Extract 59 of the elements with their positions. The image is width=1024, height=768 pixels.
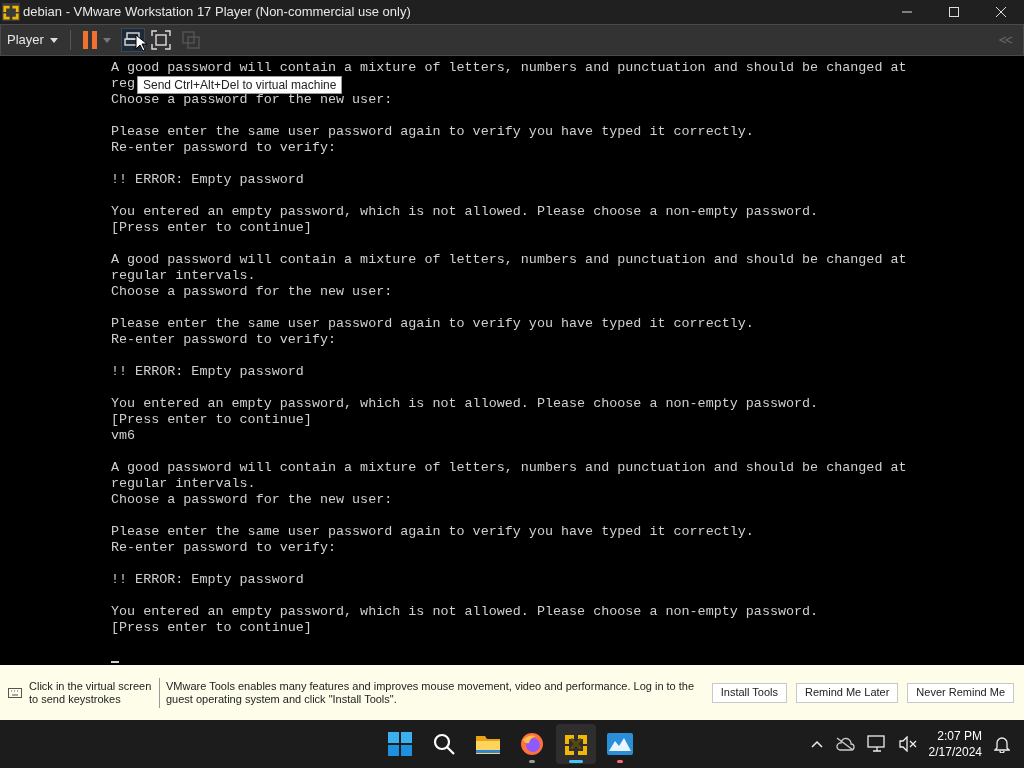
console-line: You entered an empty password, which is not allowed. Please choose a non-empty password. [111,204,819,220]
console-line: A good password will contain a mixture of letters, numbers and punctuation and should be changed at [111,60,907,76]
landscape-image-icon [607,733,633,755]
info-bar-button[interactable]: Never Remind Me [907,682,1014,703]
console-line: Please enter the same user password again to verify you have typed it correctly. [111,524,754,540]
folder-icon [475,733,501,755]
console-line: A good password will contain a mixture of letters, numbers and punctuation and should be changed at [111,252,907,268]
fullscreen-icon [150,30,171,50]
cloud-off-icon[interactable] [834,737,855,751]
console-line: [Press enter to continue] [111,412,312,428]
monitor-icon[interactable] [866,735,887,753]
unity-icon [181,31,200,49]
console-line: Re-enter password to verify: [111,540,336,556]
console-line: You entered an empty password, which is not allowed. Please choose a non-empty password. [111,396,819,412]
tooltip: Send Ctrl+Alt+Del to virtual machine [137,76,343,94]
search-icon [432,732,456,756]
bell-icon[interactable] [994,735,1010,753]
console-line: A good password will contain a mixture of letters, numbers and punctuation and should be changed at [111,460,907,476]
player-menu[interactable]: Player [7,30,62,50]
window-title: debian - VMware Workstation 17 Player (Non-commercial use only) [23,3,411,22]
console-line: Choose a password for the new user: [111,284,393,300]
fox-globe-icon [520,732,544,756]
fullscreen-button[interactable] [148,28,173,52]
console-line: Choose a password for the new user: [111,92,393,108]
console-line: [Press enter to continue] [111,620,312,636]
mouse-pointer-icon [135,34,147,52]
clock[interactable]: 2:07 PM 2/17/2024 [928,728,982,760]
console-line: !! ERROR: Empty password [111,572,304,588]
console-line: vm6 [111,428,136,444]
windows-logo-icon [388,732,412,756]
minimize-icon [901,11,912,13]
caret-icon [102,37,111,43]
info-bar-button[interactable]: Remind Me Later [796,682,899,703]
maximize-icon [948,7,959,17]
keyboard-icon [8,687,22,698]
console-line: Please enter the same user password again to verify you have typed it correctly. [111,316,754,332]
console-line: Please enter the same user password again to verify you have typed it correctly. [111,124,754,140]
console-line: !! ERROR: Empty password [111,172,304,188]
pause-icon [82,31,97,49]
console-line: [Press enter to continue] [111,220,312,236]
console-line: Choose a password for the new user: [111,492,393,508]
caret-icon [49,37,58,43]
console-line: You entered an empty password, which is not allowed. Please choose a non-empty password. [111,604,819,620]
muted-speaker-icon[interactable] [898,736,917,752]
vmware-logo-icon [2,3,20,21]
taskbar-app[interactable] [556,724,596,764]
tools-message: VMware Tools enables many features and improves mouse movement, video and performance. Log in to the guest operating system and click "Install Tools". [166,679,696,706]
console-line: Re-enter password to verify: [111,332,336,348]
keyboard-hint: Click in the virtual screen to send keystrokes [29,679,153,706]
info-bar-button[interactable]: Install Tools [711,682,787,703]
collapse-icon [999,36,1013,44]
console-line: regular intervals. [111,476,256,492]
close-icon [995,7,1006,17]
console-line: reg [111,76,136,92]
chevron-up-icon[interactable] [810,740,823,748]
stacked-windows-icon [123,32,142,48]
console-line: regular intervals. [111,268,256,284]
console-line: !! ERROR: Empty password [111,364,304,380]
console-line: Re-enter password to verify: [111,140,336,156]
